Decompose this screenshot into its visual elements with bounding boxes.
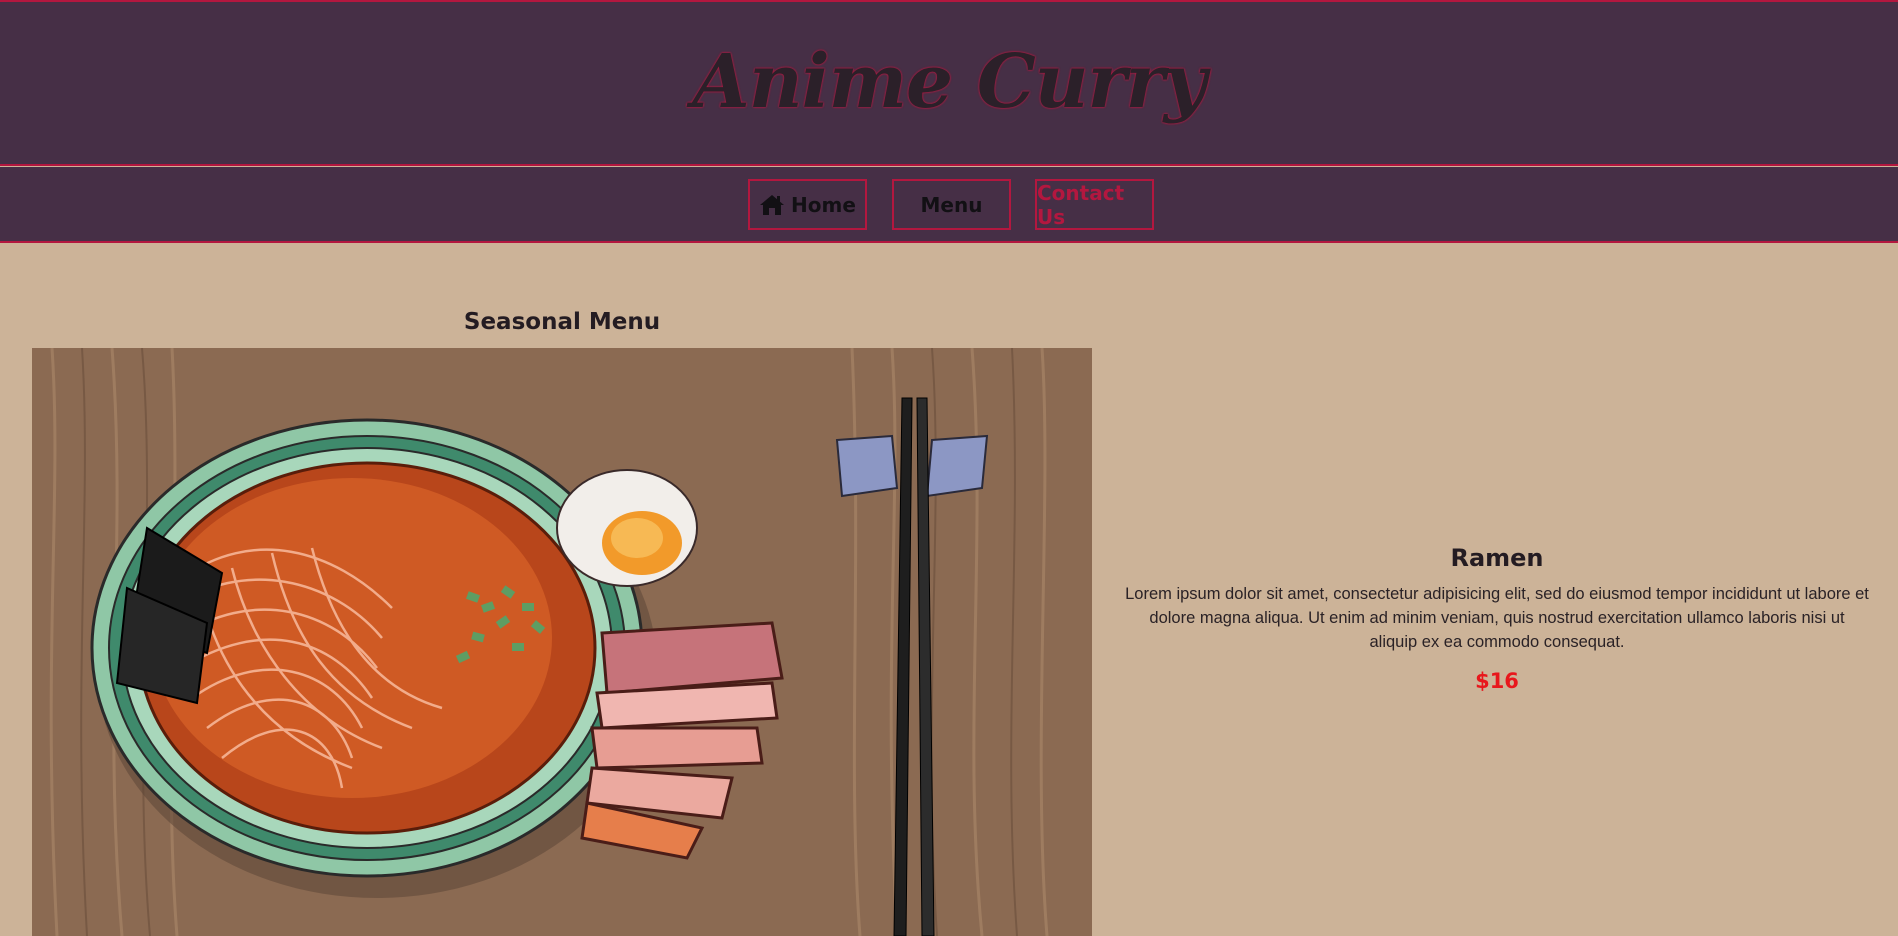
dish-name: Ramen <box>1450 544 1544 572</box>
nav-menu-button[interactable]: Menu <box>892 179 1011 230</box>
nav-home-button[interactable]: Home <box>748 179 867 230</box>
home-icon <box>760 194 785 215</box>
section-title: Seasonal Menu <box>463 309 661 335</box>
ramen-image <box>32 348 1092 936</box>
site-title: Anime Curry <box>692 39 1206 125</box>
nav-contact-label: Contact Us <box>1037 180 1125 229</box>
dish-description: Lorem ipsum dolor sit amet, consectetur … <box>1125 585 1869 651</box>
nav-menu-label: Menu <box>920 192 983 217</box>
site-header: Anime Curry <box>0 0 1898 166</box>
nav-home-label: Home <box>791 192 856 217</box>
main-nav: Home Menu Contact Us <box>0 167 1898 243</box>
nav-contact-button[interactable]: Contact Us <box>1035 179 1154 230</box>
ramen-illustration <box>32 348 1092 936</box>
dish-info: Ramen Lorem ipsum dolor sit amet, consec… <box>1124 540 1870 696</box>
dish-price: $16 <box>1475 669 1519 693</box>
